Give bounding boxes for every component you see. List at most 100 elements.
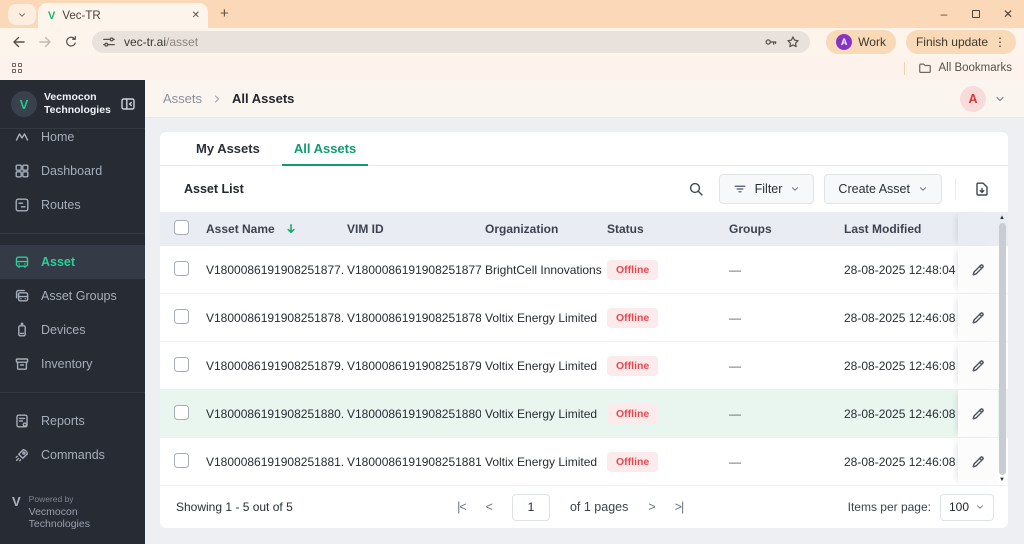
export-button[interactable] — [969, 176, 995, 202]
table-scrollbar[interactable]: ▲ ▼ — [997, 214, 1007, 484]
table-row[interactable]: V1800086191908251880... V1800086191908251… — [160, 390, 1008, 438]
vim-id-cell: V18000861919082518799 — [347, 358, 481, 373]
sidebar-item-commands[interactable]: Commands — [0, 438, 145, 472]
edit-icon[interactable] — [970, 310, 986, 326]
search-button[interactable] — [683, 176, 709, 202]
actions-cell — [958, 342, 998, 389]
maximize-button[interactable] — [960, 0, 992, 28]
new-tab-button[interactable]: + — [220, 5, 229, 22]
last-page-button[interactable]: >| — [675, 500, 684, 514]
scroll-up-icon[interactable]: ▲ — [999, 214, 1005, 222]
actions-cell — [958, 294, 998, 341]
filter-button[interactable]: Filter — [718, 174, 815, 204]
next-page-button[interactable]: > — [648, 500, 655, 514]
last-modified-cell: 28-08-2025 12:46:08 — [844, 454, 956, 469]
address-bar[interactable]: vec-tr.ai/asset — [92, 31, 811, 53]
edit-icon[interactable] — [970, 454, 986, 470]
close-button[interactable]: ✕ — [992, 0, 1024, 28]
status-cell: Offline — [603, 259, 725, 280]
column-asset-name[interactable]: Asset Name — [206, 222, 275, 236]
vec-tr-favicon: V — [48, 9, 56, 22]
forward-button[interactable] — [34, 31, 56, 53]
last-modified-cell: 28-08-2025 12:46:08 — [844, 310, 956, 325]
row-checkbox[interactable] — [174, 356, 189, 372]
sidebar-item-inventory[interactable]: Inventory — [0, 347, 145, 381]
sidebar-brand: V Vecmocon Technologies — [0, 80, 145, 129]
minimize-button[interactable]: – — [928, 0, 960, 28]
bookmarks-bar: All Bookmarks — [0, 56, 1024, 80]
row-checkbox-cell — [160, 308, 202, 327]
column-last-modified[interactable]: Last Modified — [840, 222, 958, 236]
sidebar-footer: V Powered by Vecmocon Technologies — [0, 486, 145, 544]
tab-search-button[interactable] — [8, 4, 36, 25]
edit-icon[interactable] — [970, 406, 986, 422]
all-bookmarks-button[interactable]: All Bookmarks — [939, 62, 1013, 74]
bookmark-star-icon[interactable] — [786, 35, 800, 49]
first-page-button[interactable]: |< — [457, 500, 466, 514]
tab-groups-icon[interactable] — [12, 63, 22, 73]
browser-titlebar: V Vec-TR ✕ + – ✕ — [0, 0, 1024, 28]
row-checkbox[interactable] — [174, 308, 189, 324]
row-checkbox-cell — [160, 356, 202, 375]
sidebar-divider — [0, 233, 145, 234]
collapse-sidebar-icon[interactable] — [120, 96, 136, 112]
items-per-page-select[interactable]: 100 — [940, 493, 994, 521]
sidebar-item-label: Inventory — [41, 357, 93, 371]
asset-icon — [14, 254, 30, 270]
table-row[interactable]: V1800086191908251879... V1800086191908251… — [160, 342, 1008, 390]
back-icon — [11, 34, 27, 50]
vecmocon-mark-icon: V — [12, 494, 21, 509]
page-number-input[interactable]: 1 — [511, 493, 550, 521]
profile-label: Work — [858, 35, 886, 49]
create-asset-button[interactable]: Create Asset — [824, 174, 942, 204]
column-vim-id[interactable]: VIM ID — [343, 222, 481, 236]
scroll-down-icon[interactable]: ▼ — [999, 476, 1005, 484]
sidebar-divider — [0, 392, 145, 393]
sidebar-item-devices[interactable]: Devices — [0, 313, 145, 347]
row-checkbox-cell — [160, 260, 202, 279]
column-status[interactable]: Status — [603, 222, 725, 236]
prev-page-button[interactable]: < — [486, 500, 493, 514]
select-all-checkbox[interactable] — [174, 220, 189, 235]
tab-close-icon[interactable]: ✕ — [192, 10, 200, 21]
sidebar-item-asset[interactable]: Asset — [0, 245, 145, 279]
account-chevron-icon[interactable] — [994, 93, 1006, 105]
row-checkbox[interactable] — [174, 260, 189, 276]
table-row[interactable]: V1800086191908251877... V1800086191908251… — [160, 246, 1008, 294]
user-avatar[interactable]: A — [960, 85, 986, 112]
sort-desc-icon[interactable] — [284, 222, 298, 236]
edit-icon[interactable] — [970, 262, 986, 278]
table-row[interactable]: V1800086191908251878... V1800086191908251… — [160, 294, 1008, 342]
sidebar-item-dashboard[interactable]: Dashboard — [0, 154, 145, 188]
site-settings-icon[interactable] — [102, 35, 116, 49]
breadcrumb-assets[interactable]: Assets — [163, 91, 202, 106]
edit-icon[interactable] — [970, 358, 986, 374]
asset-name-cell: V1800086191908251879... — [206, 358, 343, 373]
tab-all-assets[interactable]: All Assets — [281, 132, 369, 166]
groups-cell: — — [729, 262, 741, 277]
finish-update-button[interactable]: Finish update ⋮ — [905, 30, 1016, 54]
key-icon[interactable] — [764, 35, 778, 49]
browser-menu-icon[interactable]: ⋮ — [994, 35, 1006, 49]
asset-tabs: My Assets All Assets — [160, 132, 1008, 166]
row-checkbox[interactable] — [174, 452, 189, 468]
profile-chip[interactable]: A Work — [826, 30, 896, 54]
vim-id-cell: V18000861919082518788 — [347, 310, 481, 325]
last-modified-cell: 28-08-2025 12:46:08 — [844, 406, 956, 421]
table-row[interactable]: V1800086191908251881... V1800086191908251… — [160, 438, 1008, 486]
scrollbar-thumb[interactable] — [998, 223, 1006, 475]
sidebar-item-asset-groups[interactable]: Asset Groups — [0, 279, 145, 313]
reload-button[interactable] — [60, 31, 82, 53]
tab-title: Vec-TR — [62, 9, 101, 22]
column-groups[interactable]: Groups — [725, 222, 840, 236]
sidebar-item-reports[interactable]: Reports — [0, 404, 145, 438]
back-button[interactable] — [8, 31, 30, 53]
browser-tab[interactable]: V Vec-TR ✕ — [38, 3, 208, 28]
row-checkbox[interactable] — [174, 404, 189, 420]
tab-my-assets[interactable]: My Assets — [184, 132, 272, 165]
sidebar-item-routes[interactable]: Routes — [0, 188, 145, 222]
column-organization[interactable]: Organization — [481, 222, 603, 236]
sidebar-item-home[interactable]: Home — [0, 129, 145, 154]
maximize-icon — [972, 10, 980, 18]
chevron-down-icon — [17, 10, 27, 20]
